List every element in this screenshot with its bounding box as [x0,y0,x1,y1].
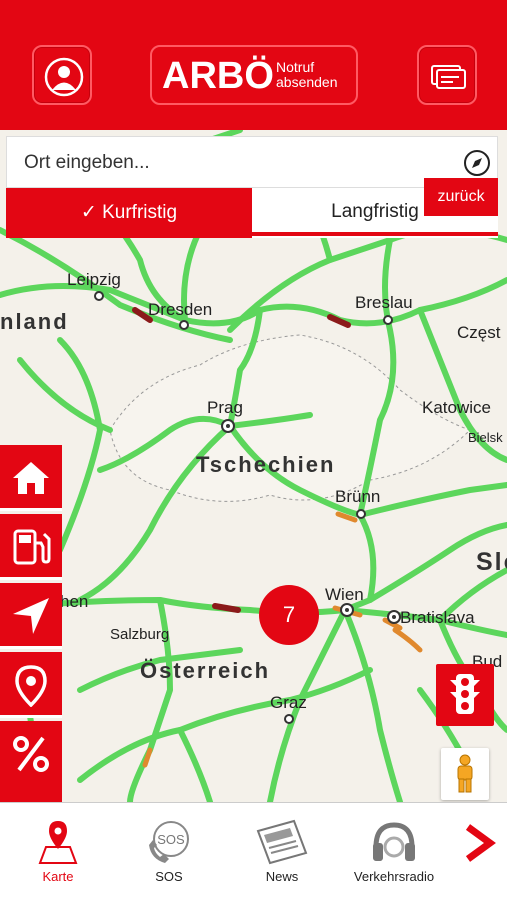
map-label-oesterreich: Österreich [140,658,271,683]
membership-card-button[interactable] [417,45,477,105]
compass-icon[interactable] [463,149,491,177]
emergency-call-button[interactable]: ARBÖ Notruf absenden [150,45,358,105]
street-view-button[interactable] [441,748,489,800]
city-marker [179,320,189,330]
map-label-salzburg: Salzburg [110,626,170,643]
tab-short-term[interactable]: ✓ Kurfristig [6,188,252,238]
map-label-bruenn: Brünn [335,487,381,506]
city-marker [383,315,393,325]
map-label-breslau: Breslau [355,293,413,312]
membership-card-icon [431,65,466,89]
newspaper-icon [256,819,308,865]
fuel-icon [13,529,51,565]
capital-marker [340,603,354,617]
headphones-icon [373,822,415,861]
map-label-deutschland: nland [0,309,69,334]
profile-button[interactable] [32,45,92,105]
brand-logo: ARBÖ [162,55,274,97]
home-button[interactable] [0,445,62,511]
nav-item-sos[interactable]: SOS SOS [119,803,219,900]
map-label-bielsk: Bielsk [468,430,503,445]
capital-marker [221,419,235,433]
fuel-button[interactable] [0,514,62,580]
map-label-muenchen: hen [60,592,89,611]
map-label-bratislava: Bratislava [400,608,475,627]
chevron-right-icon[interactable] [462,823,496,863]
app-header: ARBÖ Notruf absenden [0,0,507,130]
location-pin-icon [15,665,47,707]
home-icon [13,462,49,494]
person-icon [44,57,84,97]
city-marker [284,714,294,724]
map-label-slowakei: Slo [476,548,507,576]
nav-item-verkehrsradio[interactable]: Verkehrsradio [344,803,444,900]
search-input[interactable]: Ort eingeben... [24,152,150,174]
sos-phone-icon: SOS [149,821,189,863]
location-button[interactable] [0,652,62,718]
traffic-light-icon [450,674,480,714]
percent-icon [13,736,49,772]
map-label-wien: Wien [325,585,364,604]
nav-label: SOS [155,869,183,884]
incident-cluster-marker[interactable]: 7 [259,585,319,645]
nav-item-karte[interactable]: Karte [8,803,108,900]
traffic-layer-button[interactable] [436,664,494,726]
nav-label: Verkehrsradio [353,869,435,884]
bottom-navigation: Karte SOS SOS News Verkehrsradio [0,802,507,900]
map-label-dresden: Dresden [148,300,213,319]
map-label-leipzig: Leipzig [67,270,121,289]
map-label-czest: Częst [457,323,501,342]
map-label-katowice: Katowice [422,398,491,417]
navigate-button[interactable] [0,583,62,649]
map-label-tschechien: Tschechien [196,452,336,477]
nav-item-news[interactable]: News [232,803,332,900]
city-marker [356,509,366,519]
map-label-graz: Graz [270,693,307,712]
city-marker [94,291,104,301]
nav-label: Karte [42,869,74,884]
map-label-prag: Prag [207,398,243,417]
pegman-icon [457,754,473,793]
capital-marker [387,610,401,624]
emergency-label: Notruf absenden [276,59,338,90]
navigate-arrow-icon [13,598,49,634]
discount-button[interactable] [0,721,62,802]
svg-text:SOS: SOS [157,832,185,847]
back-button[interactable]: zurück [424,178,498,216]
map-pin-icon [38,821,78,864]
nav-label: News [265,869,299,884]
